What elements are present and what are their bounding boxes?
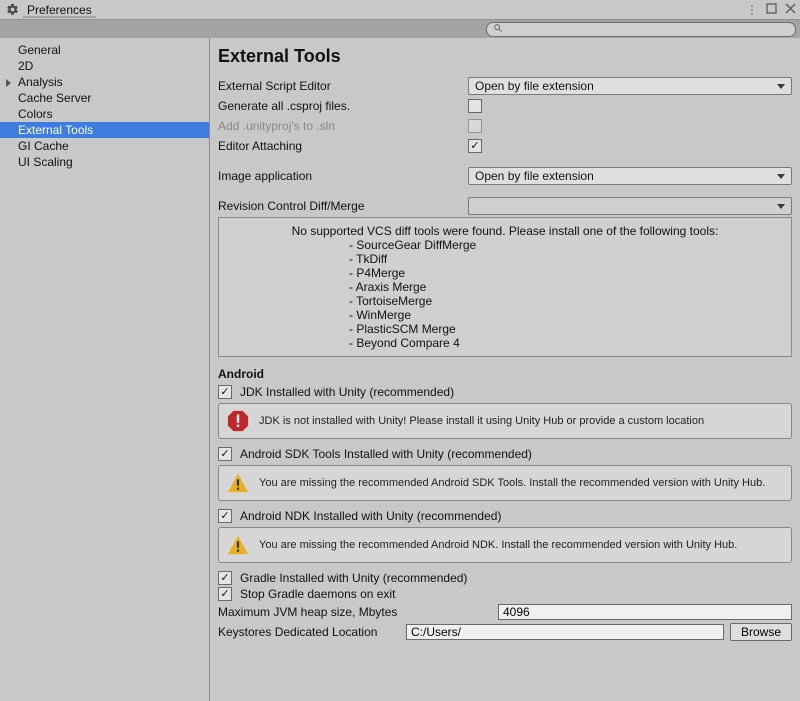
- stop-gradle-checkbox[interactable]: [218, 587, 232, 601]
- alert-text: JDK is not installed with Unity! Please …: [259, 415, 704, 427]
- stop-gradle-label: Stop Gradle daemons on exit: [240, 587, 395, 601]
- keystore-input[interactable]: [406, 624, 724, 640]
- search-box[interactable]: [486, 22, 796, 37]
- sdk-checkbox[interactable]: [218, 447, 232, 461]
- script-editor-label: External Script Editor: [218, 79, 468, 93]
- chevron-down-icon: [777, 84, 785, 89]
- jdk-label: JDK Installed with Unity (recommended): [240, 385, 454, 399]
- sdk-label: Android SDK Tools Installed with Unity (…: [240, 447, 532, 461]
- error-icon: [227, 410, 249, 432]
- vcs-tool-item: TortoiseMerge: [349, 294, 781, 308]
- generate-csproj-label: Generate all .csproj files.: [218, 99, 468, 113]
- sidebar-item-label: GI Cache: [18, 139, 69, 153]
- add-unityproj-label: Add .unityproj's to .sln: [218, 119, 468, 133]
- sidebar-item-label: UI Scaling: [18, 155, 73, 169]
- browse-button[interactable]: Browse: [730, 623, 792, 641]
- ndk-alert: You are missing the recommended Android …: [218, 527, 792, 563]
- sidebar-item-label: 2D: [18, 59, 33, 73]
- chevron-down-icon: [777, 174, 785, 179]
- gradle-checkbox[interactable]: [218, 571, 232, 585]
- dropdown-value: Open by file extension: [475, 79, 594, 93]
- vcs-info-box: No supported VCS diff tools were found. …: [218, 217, 792, 357]
- vcs-tool-item: Beyond Compare 4: [349, 336, 781, 350]
- generate-csproj-checkbox[interactable]: [468, 99, 482, 113]
- image-app-label: Image application: [218, 169, 468, 183]
- title-bar: Preferences ⋮: [0, 0, 800, 20]
- revision-control-label: Revision Control Diff/Merge: [218, 199, 468, 213]
- sidebar-item-label: Cache Server: [18, 91, 91, 105]
- sidebar-item-ui-scaling[interactable]: UI Scaling: [0, 154, 209, 170]
- dropdown-value: Open by file extension: [475, 169, 594, 183]
- vcs-tool-item: PlasticSCM Merge: [349, 322, 781, 336]
- sidebar-item-label: General: [18, 43, 61, 57]
- vcs-tool-item: P4Merge: [349, 266, 781, 280]
- vcs-tool-item: TkDiff: [349, 252, 781, 266]
- sidebar: General 2D Analysis Cache Server Colors …: [0, 38, 210, 701]
- sidebar-item-gi-cache[interactable]: GI Cache: [0, 138, 209, 154]
- warning-icon: [227, 534, 249, 556]
- maximize-icon[interactable]: [766, 3, 777, 17]
- ndk-checkbox[interactable]: [218, 509, 232, 523]
- chevron-down-icon: [777, 204, 785, 209]
- toolbar: [0, 20, 800, 38]
- sidebar-item-2d[interactable]: 2D: [0, 58, 209, 74]
- keystore-label: Keystores Dedicated Location: [218, 625, 406, 639]
- sidebar-item-label: Analysis: [18, 75, 63, 89]
- sdk-alert: You are missing the recommended Android …: [218, 465, 792, 501]
- editor-attaching-checkbox[interactable]: [468, 139, 482, 153]
- alert-text: You are missing the recommended Android …: [259, 539, 737, 551]
- vcs-tool-item: WinMerge: [349, 308, 781, 322]
- vcs-tool-item: Araxis Merge: [349, 280, 781, 294]
- warning-icon: [227, 472, 249, 494]
- window-title: Preferences: [23, 3, 96, 17]
- vcs-tool-item: SourceGear DiffMerge: [349, 238, 781, 252]
- vcs-tool-list: SourceGear DiffMerge TkDiff P4Merge Arax…: [349, 238, 781, 350]
- sidebar-item-general[interactable]: General: [0, 42, 209, 58]
- editor-attaching-label: Editor Attaching: [218, 139, 468, 153]
- sidebar-item-cache-server[interactable]: Cache Server: [0, 90, 209, 106]
- heap-size-input[interactable]: [498, 604, 792, 620]
- image-app-dropdown[interactable]: Open by file extension: [468, 167, 792, 185]
- main-content: External Tools External Script Editor Op…: [210, 38, 800, 701]
- search-icon: [493, 22, 503, 36]
- sidebar-item-label: External Tools: [18, 123, 93, 137]
- alert-text: You are missing the recommended Android …: [259, 477, 765, 489]
- sidebar-item-label: Colors: [18, 107, 53, 121]
- gradle-label: Gradle Installed with Unity (recommended…: [240, 571, 467, 585]
- vcs-info-intro: No supported VCS diff tools were found. …: [229, 224, 781, 238]
- ndk-label: Android NDK Installed with Unity (recomm…: [240, 509, 501, 523]
- sidebar-item-external-tools[interactable]: External Tools: [0, 122, 209, 138]
- sidebar-item-analysis[interactable]: Analysis: [0, 74, 209, 90]
- jdk-alert: JDK is not installed with Unity! Please …: [218, 403, 792, 439]
- add-unityproj-checkbox: [468, 119, 482, 133]
- script-editor-dropdown[interactable]: Open by file extension: [468, 77, 792, 95]
- sidebar-item-colors[interactable]: Colors: [0, 106, 209, 122]
- search-input[interactable]: [507, 23, 789, 35]
- close-icon[interactable]: [785, 3, 796, 17]
- gear-icon: [6, 3, 19, 16]
- android-heading: Android: [218, 367, 792, 381]
- heap-size-label: Maximum JVM heap size, Mbytes: [218, 605, 498, 619]
- kebab-menu-icon[interactable]: ⋮: [746, 3, 758, 17]
- jdk-checkbox[interactable]: [218, 385, 232, 399]
- revision-control-dropdown[interactable]: [468, 197, 792, 215]
- page-title: External Tools: [218, 46, 792, 67]
